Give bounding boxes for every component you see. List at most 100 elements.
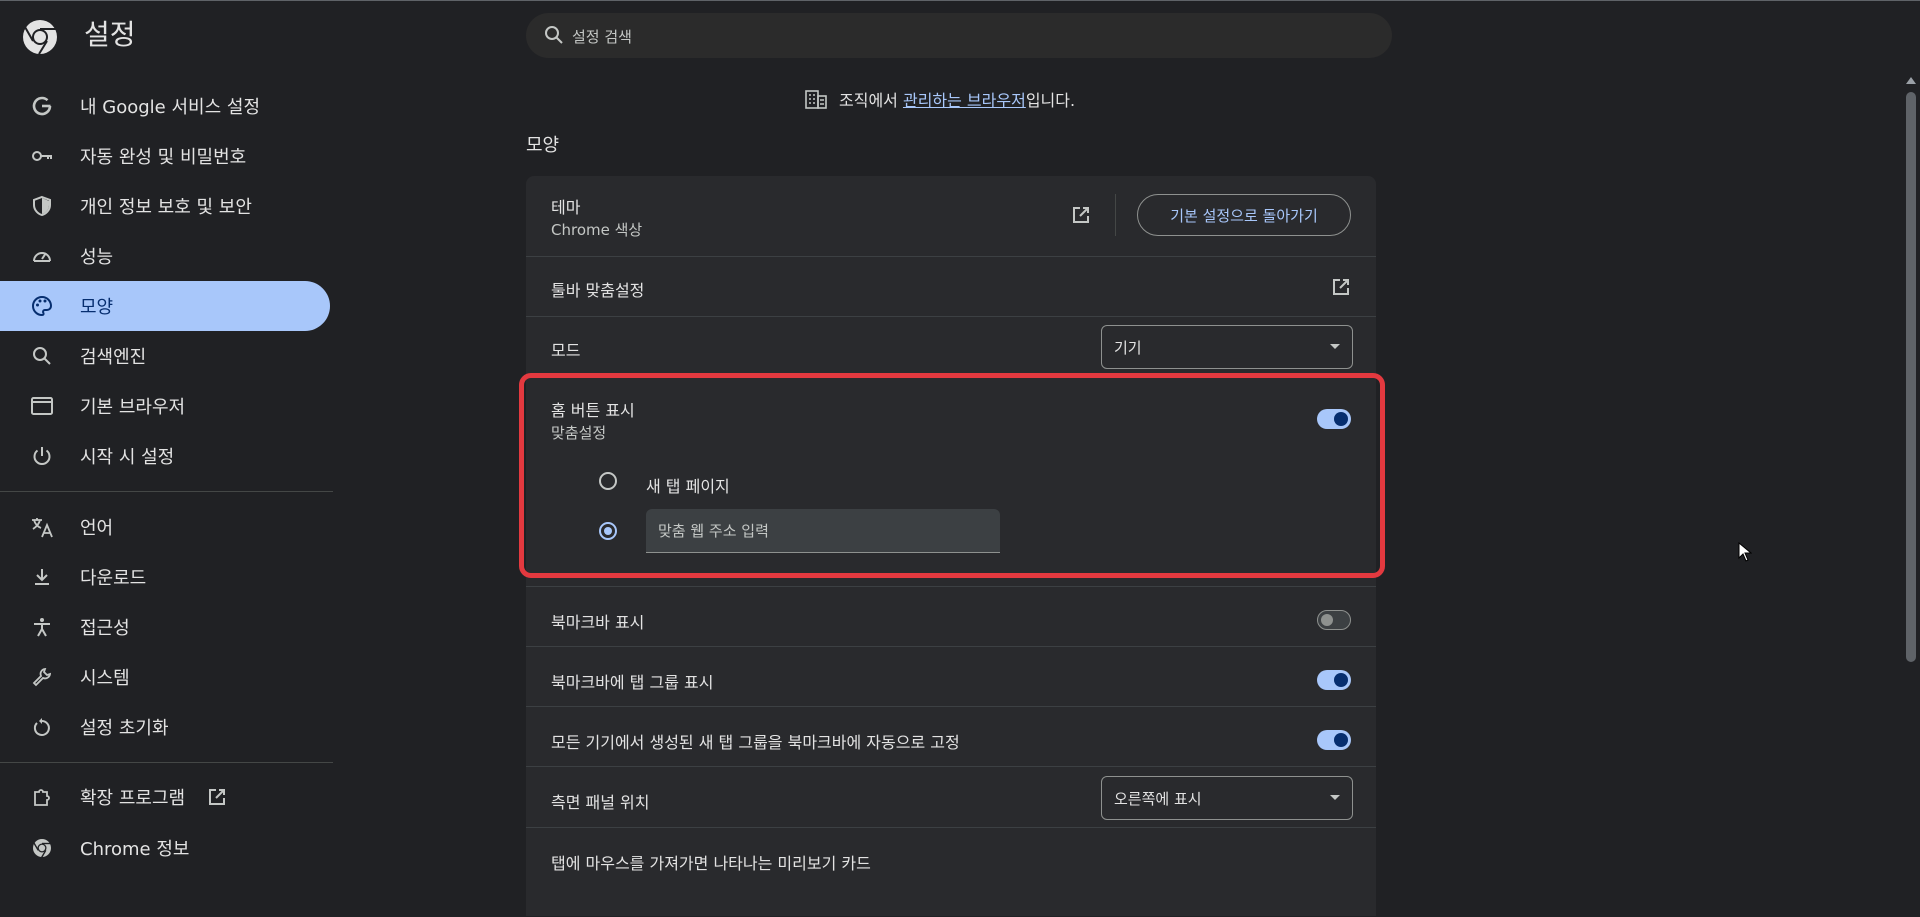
sidebar-item-appearance[interactable]: 모양 [0,281,330,331]
sidebar-item-autofill[interactable]: 자동 완성 및 비밀번호 [0,131,330,181]
external-link-icon [207,787,227,807]
mode-row: 모드 기기 [526,316,1376,377]
sidebar-item-label: 언어 [80,518,114,539]
home-button-toggle[interactable] [1317,409,1351,429]
sidebar-item-languages[interactable]: 언어 [0,502,330,552]
sidebar-item-label: 내 Google 서비스 설정 [80,97,260,118]
mouse-cursor-icon [1738,542,1752,562]
window-top-border [0,0,1920,1]
sidebar-item-downloads[interactable]: 다운로드 [0,552,330,602]
search-icon [30,344,54,368]
puzzle-icon [30,785,54,809]
sidebar-item-label: 접근성 [80,618,130,639]
sidebar-item-system[interactable]: 시스템 [0,652,330,702]
auto-pin-row: 모든 기기에서 생성된 새 탭 그룹을 북마크바에 자동으로 고정 [526,706,1376,767]
bookmarks-bar-row: 북마크바 표시 [526,586,1376,647]
managed-browser-notice: 조직에서 관리하는 브라우저 입니다. [805,87,1075,111]
hover-cards-label: 탭에 마우스를 가져가면 나타나는 미리보기 카드 [551,854,871,873]
sidebar-item-search-engine[interactable]: 검색엔진 [0,331,330,381]
sidebar-item-on-startup[interactable]: 시작 시 설정 [0,431,330,481]
external-link-icon[interactable] [1071,205,1091,225]
shield-icon [30,194,54,218]
toggle-knob [1334,733,1348,747]
managed-browser-link[interactable]: 관리하는 브라우저 [903,87,1026,111]
sidebar-item-default-browser[interactable]: 기본 브라우저 [0,381,330,431]
side-panel-select[interactable]: 오른쪽에 표시 [1101,776,1353,820]
key-icon [30,144,54,168]
dropdown-arrow-icon [1330,795,1340,800]
sidebar-item-label: 개인 정보 보호 및 보안 [80,197,252,218]
external-link-icon[interactable] [1331,277,1351,297]
mode-select-value: 기기 [1114,338,1142,357]
theme-sublabel: Chrome 색상 [551,221,643,239]
mode-label: 모드 [551,341,581,360]
wrench-icon [30,665,54,689]
appearance-card: 테마 Chrome 색상 기본 설정으로 돌아가기 툴바 맞춤설정 모드 기기 … [526,176,1376,916]
tab-groups-row: 북마크바에 탭 그룹 표시 [526,646,1376,707]
managed-suffix: 입니다. [1025,91,1076,110]
translate-icon [30,515,54,539]
page-title: 설정 [84,18,136,51]
tab-groups-label: 북마크바에 탭 그룹 표시 [551,673,714,692]
scrollbar-thumb[interactable] [1906,92,1916,662]
sidebar-item-label: Chrome 정보 [80,839,190,860]
sidebar-item-accessibility[interactable]: 접근성 [0,602,330,652]
sidebar-item-label: 기본 브라우저 [80,397,186,418]
managed-prefix: 조직에서 [839,91,903,110]
sidebar-item-privacy[interactable]: 개인 정보 보호 및 보안 [0,181,330,231]
dropdown-arrow-icon [1330,344,1340,349]
side-panel-select-value: 오른쪽에 표시 [1114,789,1202,808]
sidebar-item-about-chrome[interactable]: Chrome 정보 [0,823,330,873]
reset-icon [30,715,54,739]
theme-label: 테마 [551,198,581,217]
scroll-up-arrow-icon[interactable] [1905,75,1917,85]
custom-url-radio[interactable] [599,522,617,540]
section-title: 모양 [526,135,560,156]
settings-search[interactable] [526,13,1392,60]
sidebar-item-label: 자동 완성 및 비밀번호 [80,147,247,168]
mode-select[interactable]: 기기 [1101,325,1353,369]
building-icon [805,89,827,109]
sidebar-item-reset-settings[interactable]: 설정 초기화 [0,702,330,752]
power-icon [30,444,54,468]
side-panel-label: 측면 패널 위치 [551,793,650,812]
side-panel-row: 측면 패널 위치 오른쪽에 표시 [526,766,1376,828]
download-icon [30,565,54,589]
google-g-icon [30,94,54,118]
sidebar-item-performance[interactable]: 성능 [0,231,330,281]
reset-theme-button[interactable]: 기본 설정으로 돌아가기 [1137,194,1351,236]
auto-pin-label: 모든 기기에서 생성된 새 탭 그룹을 북마크바에 자동으로 고정 [551,733,960,752]
row-separator [1115,194,1116,236]
toolbar-customize-row[interactable]: 툴바 맞춤설정 [526,256,1376,317]
toggle-knob [1321,614,1333,626]
bookmarks-bar-toggle[interactable] [1317,610,1351,630]
toggle-knob [1334,673,1348,687]
sidebar-divider [0,491,333,492]
palette-icon [30,294,54,318]
home-button-sublabel: 맞춤설정 [551,424,607,442]
sidebar-item-extensions[interactable]: 확장 프로그램 [0,772,330,822]
tab-groups-toggle[interactable] [1317,670,1351,690]
browser-window-icon [30,394,54,418]
theme-row: 테마 Chrome 색상 기본 설정으로 돌아가기 [526,176,1376,256]
chrome-logo-icon [22,19,58,55]
search-input[interactable] [570,13,1354,60]
auto-pin-toggle[interactable] [1317,730,1351,750]
hover-cards-row: 탭에 마우스를 가져가면 나타나는 미리보기 카드 [526,827,1376,917]
accessibility-icon [30,615,54,639]
sidebar-item-label: 모양 [80,297,114,318]
toggle-knob [1334,412,1348,426]
custom-url-input[interactable] [646,509,1000,553]
new-tab-page-radio[interactable] [599,472,617,490]
sidebar-divider [0,762,333,763]
sidebar-item-label: 시스템 [80,668,130,689]
sidebar-item-google-services[interactable]: 내 Google 서비스 설정 [0,81,330,131]
sidebar-item-label: 성능 [80,247,114,268]
sidebar-item-label: 확장 프로그램 [80,788,186,809]
sidebar-item-label: 검색엔진 [80,347,147,368]
sidebar-item-label: 설정 초기화 [80,718,169,739]
sidebar-item-label: 다운로드 [80,568,147,589]
chrome-icon [30,836,54,860]
bookmarks-bar-label: 북마크바 표시 [551,613,645,632]
toolbar-label: 툴바 맞춤설정 [551,281,645,300]
